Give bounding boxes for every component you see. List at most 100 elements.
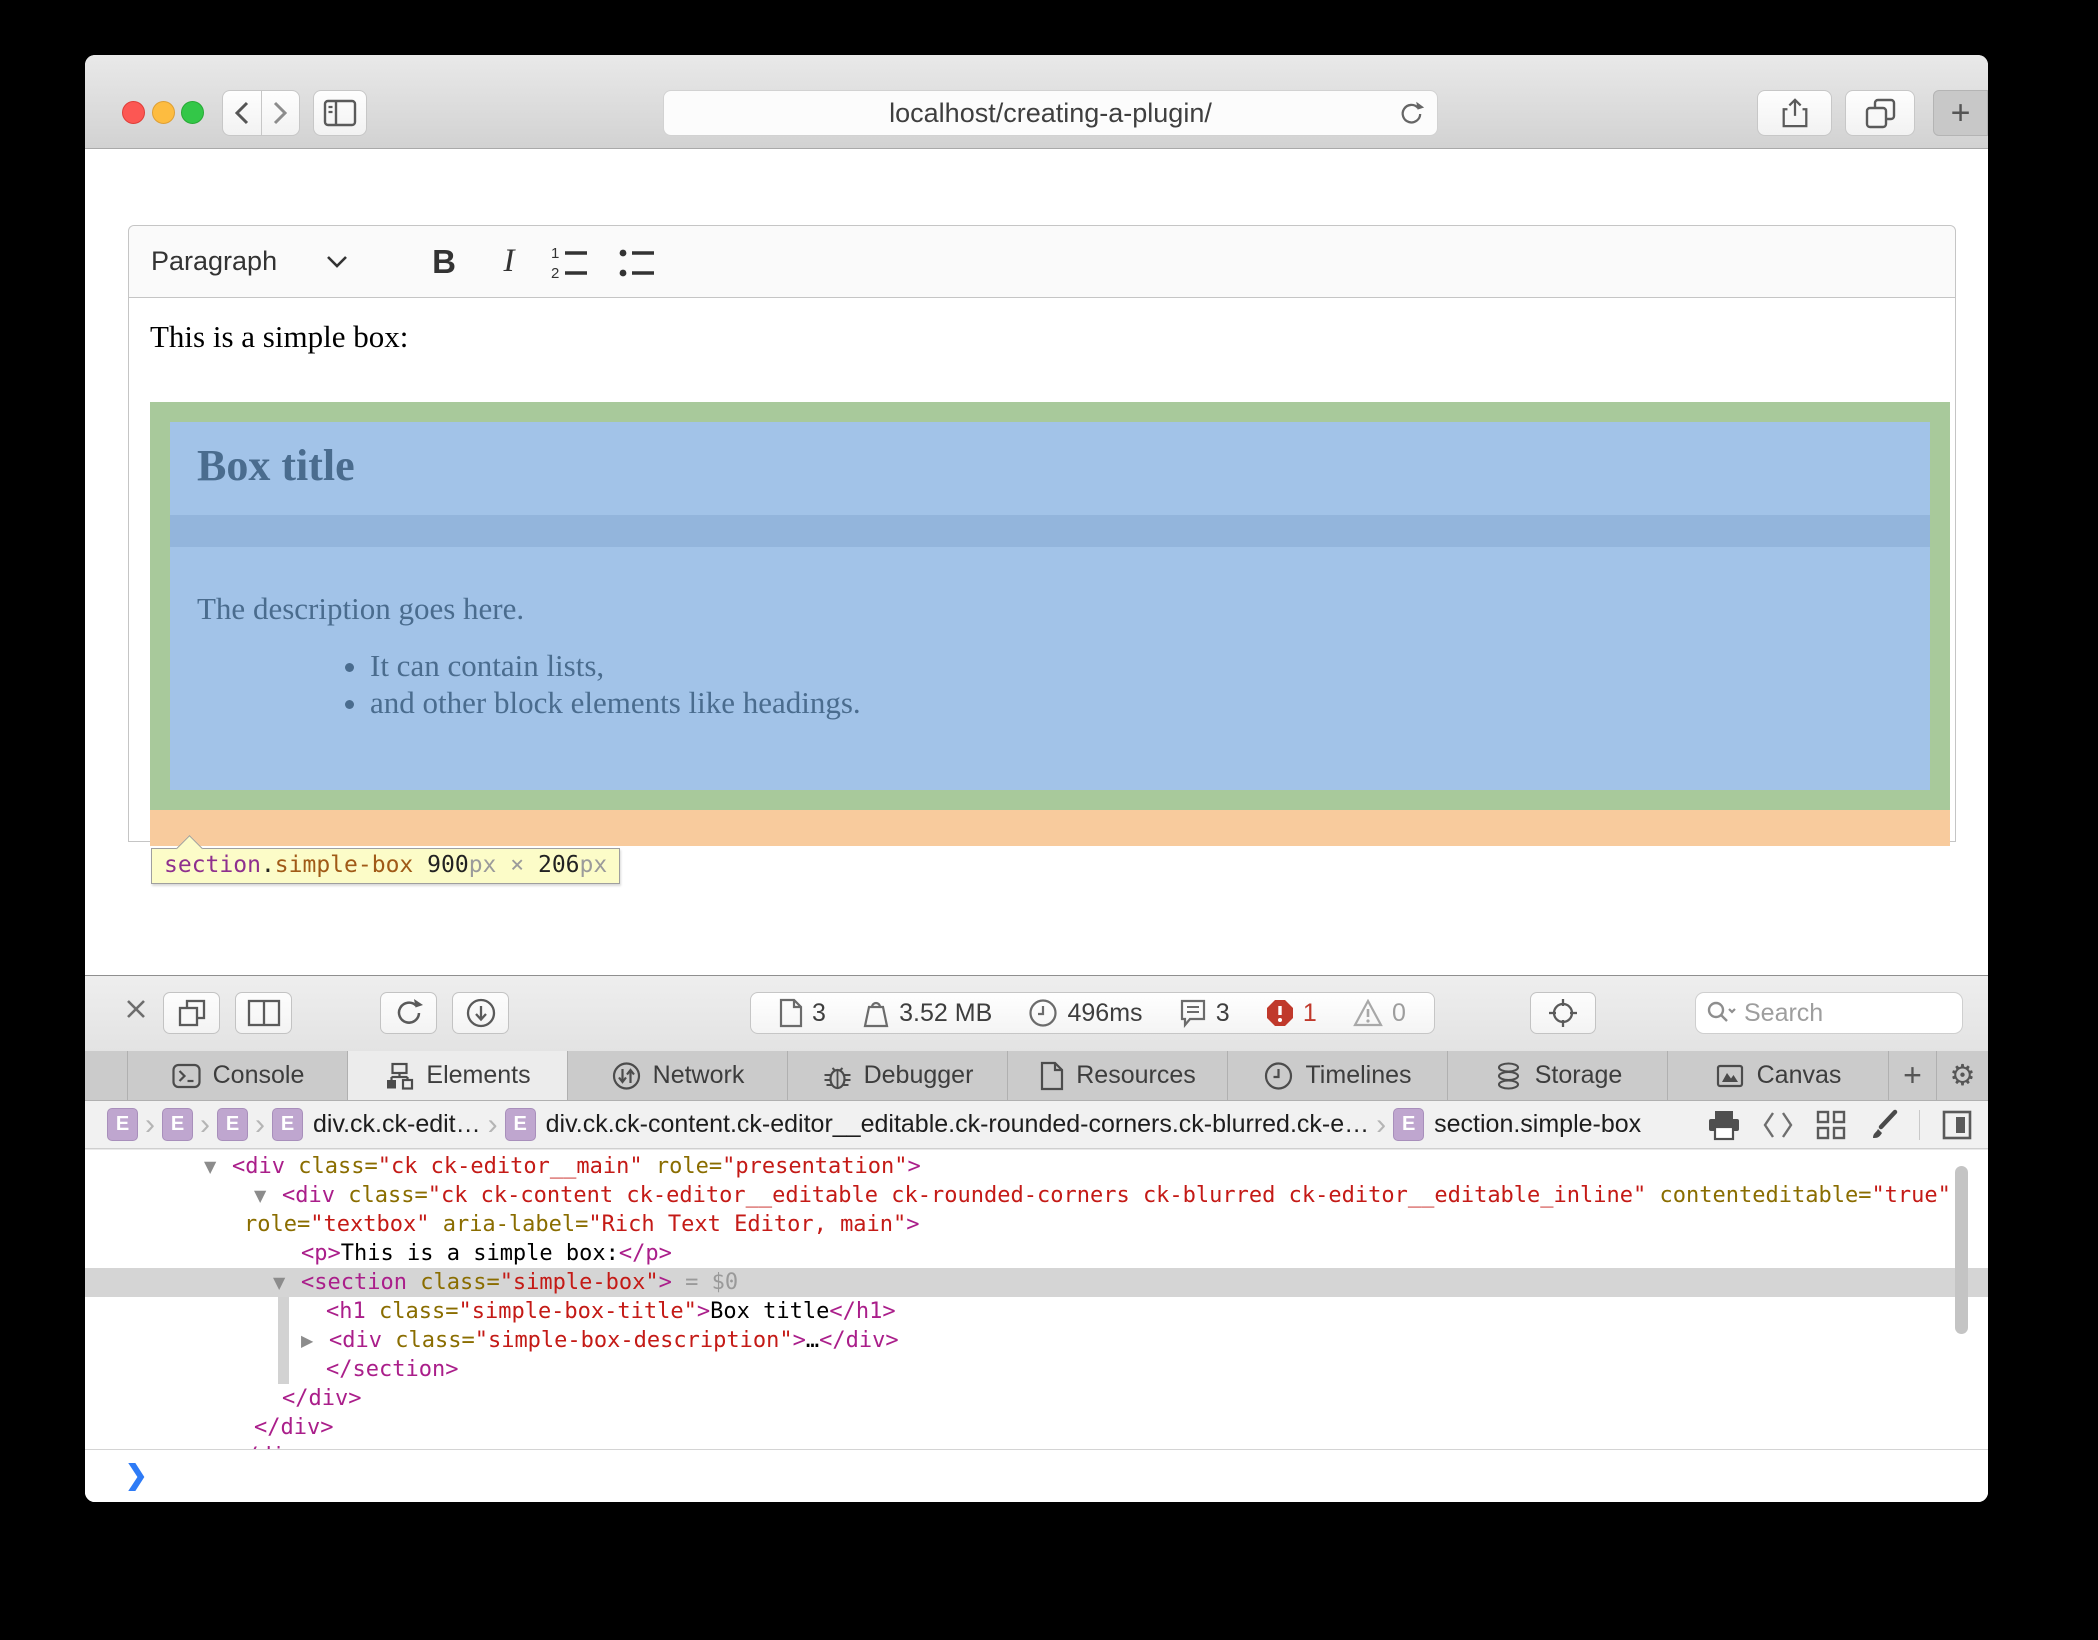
- breadcrumb-item[interactable]: Esection.simple-box: [1393, 1108, 1641, 1141]
- web-inspector: 3 3.52 MB 496ms: [85, 975, 1988, 1502]
- element-picker-button[interactable]: [1530, 992, 1596, 1034]
- log-count-badge[interactable]: 3: [1179, 998, 1230, 1028]
- tab-timelines[interactable]: Timelines: [1227, 1051, 1447, 1100]
- back-icon: [231, 100, 253, 126]
- reload-button[interactable]: [380, 992, 437, 1034]
- dom-tree-line[interactable]: ▼<section class="simple-box"> = $0: [85, 1268, 1988, 1297]
- address-bar[interactable]: localhost/creating-a-plugin/: [663, 90, 1438, 136]
- inspector-settings-button[interactable]: ⚙: [1936, 1051, 1988, 1100]
- layout-grid-button[interactable]: [1815, 1109, 1847, 1141]
- breadcrumb-item[interactable]: E: [162, 1108, 193, 1141]
- resources-icon: [1039, 1061, 1065, 1091]
- dom-tree-line[interactable]: ▼<div class="ck ck-content ck-editor__ed…: [85, 1181, 1988, 1210]
- download-button[interactable]: [452, 992, 509, 1034]
- warning-count-badge[interactable]: 0: [1353, 999, 1406, 1028]
- resource-count-badge[interactable]: 3: [779, 998, 826, 1028]
- forward-button[interactable]: [261, 90, 301, 136]
- tooltip-height: 206: [538, 852, 580, 878]
- search-input[interactable]: [1742, 998, 1916, 1029]
- search-icon: [1706, 1000, 1736, 1026]
- numbered-list-button[interactable]: 1 2: [549, 226, 591, 297]
- simple-box-description-area[interactable]: The description goes here. It can contai…: [170, 547, 1930, 790]
- tab-label: Network: [653, 1061, 745, 1090]
- breadcrumb-item[interactable]: E: [107, 1108, 138, 1141]
- dom-tree-line[interactable]: role="textbox" aria-label="Rich Text Edi…: [85, 1210, 1988, 1239]
- scrollbar[interactable]: [1955, 1166, 1968, 1334]
- tab-storage[interactable]: Storage: [1447, 1051, 1667, 1100]
- tab-canvas[interactable]: Canvas: [1667, 1051, 1887, 1100]
- dom-tree-line[interactable]: </div>: [85, 1442, 1988, 1449]
- split-view-button[interactable]: [235, 992, 292, 1034]
- tab-overview-button[interactable]: [1845, 90, 1915, 136]
- inspector-tab-bar: ConsoleElements Network DebuggerResourcesT…: [85, 1051, 1988, 1101]
- simple-box-section-highlight[interactable]: Box title The description goes here. It …: [150, 402, 1950, 810]
- disclosure-open-icon[interactable]: ▼: [273, 1268, 285, 1297]
- element-badge-icon: E: [505, 1108, 536, 1141]
- forward-icon: [269, 100, 291, 126]
- dom-tree-line[interactable]: <h1 class="simple-box-title">Box title</…: [85, 1297, 1988, 1326]
- page-content: Paragraph B I 1 2: [85, 149, 1988, 975]
- dom-tree-line[interactable]: </div>: [85, 1384, 1988, 1413]
- breadcrumb-item[interactable]: Ediv.ck.ck-edit…: [272, 1108, 481, 1141]
- dom-tree-line[interactable]: <p>This is a simple box:</p>: [85, 1239, 1988, 1268]
- disclosure-open-icon[interactable]: ▼: [254, 1181, 266, 1210]
- bold-button[interactable]: B: [422, 226, 466, 297]
- dock-side-button[interactable]: [163, 992, 220, 1034]
- error-count-badge[interactable]: 1: [1266, 999, 1317, 1028]
- breadcrumb-item[interactable]: Ediv.ck.ck-content.ck-editor__editable.c…: [505, 1108, 1370, 1141]
- zoom-button[interactable]: [181, 101, 204, 124]
- disclosure-closed-icon[interactable]: ▶: [301, 1326, 313, 1355]
- reload-page-button[interactable]: [1397, 100, 1425, 128]
- sidebar-toggle-button[interactable]: [313, 90, 367, 136]
- list-item: and other block elements like headings.: [370, 684, 861, 721]
- tab-debugger[interactable]: Debugger: [787, 1051, 1007, 1100]
- load-time-badge[interactable]: 496ms: [1028, 998, 1142, 1028]
- dom-tree-line[interactable]: </div>: [85, 1413, 1988, 1442]
- toggle-details-sidebar-button[interactable]: [1940, 1109, 1974, 1141]
- titlebar: localhost/creating-a-plugin/ +: [85, 55, 1988, 149]
- dom-breadcrumb-bar: E›E›E›Ediv.ck.ck-edit…›Ediv.ck.ck-conten…: [85, 1101, 1988, 1149]
- tab-console[interactable]: Console: [127, 1051, 347, 1100]
- back-button[interactable]: [222, 90, 261, 136]
- simple-box-title-area[interactable]: Box title: [170, 422, 1930, 515]
- quick-console[interactable]: ❯: [85, 1449, 1988, 1502]
- print-styles-button[interactable]: [1707, 1109, 1741, 1141]
- minimize-button[interactable]: [152, 101, 175, 124]
- bulleted-list-button[interactable]: [616, 226, 658, 297]
- breadcrumb-label: div.ck.ck-content.ck-editor__editable.ck…: [546, 1110, 1370, 1139]
- paragraph-dropdown-chevron[interactable]: [325, 226, 349, 297]
- dom-tree-line[interactable]: ▼<div class="ck ck-editor__main" role="p…: [85, 1152, 1988, 1181]
- dom-tree-line[interactable]: </section>: [85, 1355, 1988, 1384]
- tab-network[interactable]: Network: [567, 1051, 787, 1100]
- activity-badges: 3 3.52 MB 496ms: [750, 992, 1435, 1034]
- paragraph-dropdown[interactable]: Paragraph: [151, 226, 277, 297]
- inspector-search[interactable]: [1695, 992, 1963, 1034]
- new-tab-button[interactable]: +: [1933, 90, 1988, 136]
- breadcrumb-item[interactable]: E: [217, 1108, 248, 1141]
- close-button[interactable]: [122, 101, 145, 124]
- dom-tree-line[interactable]: ▶<div class="simple-box-description">…</…: [85, 1326, 1988, 1355]
- share-button[interactable]: [1757, 90, 1832, 136]
- tooltip-class: simple-box: [275, 852, 413, 878]
- disclosure-open-icon[interactable]: ▼: [204, 1152, 216, 1181]
- tab-resources[interactable]: Resources: [1007, 1051, 1227, 1100]
- sidebar-panel-icon: [1940, 1109, 1974, 1141]
- breadcrumb-separator-icon: ›: [145, 1108, 155, 1142]
- chevron-down-icon: [325, 255, 349, 269]
- svg-text:2: 2: [551, 265, 559, 282]
- printer-icon: [1707, 1109, 1741, 1141]
- show-source-button[interactable]: [1761, 1109, 1795, 1141]
- grid-icon: [1815, 1109, 1847, 1141]
- add-tab-button[interactable]: +: [1888, 1051, 1936, 1100]
- console-prompt-icon[interactable]: ❯: [125, 1460, 148, 1491]
- share-icon: [1779, 96, 1811, 130]
- italic-button[interactable]: I: [487, 226, 531, 297]
- tab-bar-spacer: [85, 1051, 127, 1100]
- transfer-size-badge[interactable]: 3.52 MB: [862, 998, 992, 1028]
- tooltip-width: 900: [427, 852, 469, 878]
- numbered-list-icon: 1 2: [549, 242, 591, 282]
- styles-paint-button[interactable]: [1867, 1109, 1899, 1141]
- tab-elements[interactable]: Elements: [347, 1051, 567, 1100]
- close-inspector-button[interactable]: [121, 994, 151, 1024]
- editor-paragraph[interactable]: This is a simple box:: [150, 319, 408, 355]
